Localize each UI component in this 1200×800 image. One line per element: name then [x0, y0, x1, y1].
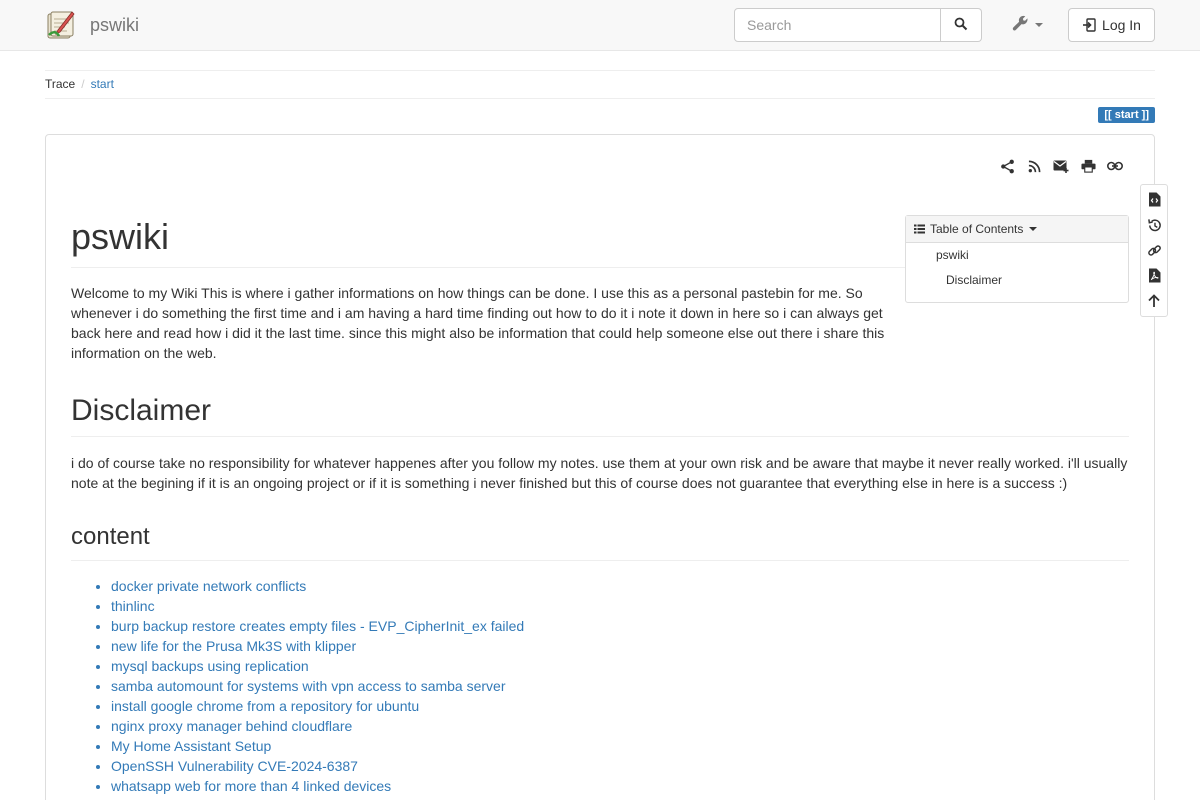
list-item: thinlinc — [111, 596, 524, 616]
list-item: My Home Assistant Setup — [111, 736, 524, 756]
print-icon[interactable] — [1079, 157, 1097, 175]
content-link[interactable]: new life for the Prusa Mk3S with klipper — [111, 638, 356, 654]
content-link[interactable]: OpenSSH Vulnerability CVE-2024-6387 — [111, 758, 358, 774]
content-link[interactable]: burp backup restore creates empty files … — [111, 618, 524, 634]
page-title: pswiki — [71, 216, 170, 257]
chevron-down-icon — [1029, 227, 1038, 231]
list-item: whatsapp web for more than 4 linked devi… — [111, 776, 524, 796]
table-of-contents: Table of Contents pswiki Disclaimer — [905, 215, 1129, 303]
rss-icon[interactable] — [1025, 157, 1043, 175]
content-link[interactable]: docker private network conflicts — [111, 578, 306, 594]
list-item: burp backup restore creates empty files … — [111, 616, 524, 636]
chevron-down-icon — [1034, 23, 1043, 27]
list-item: install google chrome from a repository … — [111, 696, 524, 716]
breadcrumb-link-start[interactable]: start — [91, 77, 114, 91]
wrench-icon — [1012, 15, 1029, 35]
title-underline — [71, 267, 905, 268]
breadcrumb-separator: / — [81, 77, 85, 91]
content-heading: content — [71, 523, 150, 550]
search-input[interactable] — [734, 8, 941, 42]
divider — [45, 98, 1155, 99]
content-link[interactable]: My Home Assistant Setup — [111, 738, 271, 754]
intro-paragraph: Welcome to my Wiki This is where i gathe… — [71, 285, 885, 361]
toc-title: Table of Contents — [930, 222, 1024, 236]
login-label: Log In — [1102, 17, 1141, 33]
content-link[interactable]: nginx proxy manager behind cloudflare — [111, 718, 352, 734]
content-link[interactable]: install google chrome from a repository … — [111, 698, 419, 714]
navbar: pswiki Log In — [0, 0, 1200, 51]
content-link[interactable]: thinlinc — [111, 598, 155, 614]
revisions-icon[interactable] — [1145, 216, 1163, 234]
login-button[interactable]: Log In — [1068, 8, 1155, 42]
list-item: new life for the Prusa Mk3S with klipper — [111, 636, 524, 656]
toc-toggle[interactable]: Table of Contents — [906, 216, 1128, 243]
show-source-icon[interactable] — [1145, 191, 1163, 209]
search-button[interactable] — [941, 8, 982, 42]
content-link-list: docker private network conflicts thinlin… — [111, 576, 524, 796]
back-to-top-icon[interactable] — [1145, 292, 1163, 310]
page-tools — [998, 157, 1124, 175]
list-item: mysql backups using replication — [111, 656, 524, 676]
page-id-badge[interactable]: [[ start ]] — [1098, 107, 1155, 123]
backlinks-icon[interactable] — [1145, 241, 1163, 259]
toc-item-pswiki[interactable]: pswiki — [936, 248, 969, 262]
list-item: samba automount for systems with vpn acc… — [111, 676, 524, 696]
list-item: OpenSSH Vulnerability CVE-2024-6387 — [111, 756, 524, 776]
email-icon[interactable] — [1052, 157, 1070, 175]
content-link[interactable]: samba automount for systems with vpn acc… — [111, 678, 506, 694]
breadcrumb-label: Trace — [45, 77, 76, 91]
export-pdf-icon[interactable] — [1145, 267, 1163, 285]
search-form — [734, 8, 982, 42]
brand-link[interactable]: pswiki — [45, 9, 139, 41]
toc-item-disclaimer[interactable]: Disclaimer — [946, 273, 1002, 287]
tools-menu-button[interactable] — [1003, 8, 1051, 42]
share-icon[interactable] — [998, 157, 1016, 175]
disclaimer-heading: Disclaimer — [71, 394, 212, 427]
site-title: pswiki — [90, 14, 140, 35]
search-icon — [954, 17, 968, 34]
disclaimer-paragraph: i do of course take no responsibility fo… — [71, 455, 1128, 491]
list-item: docker private network conflicts — [111, 576, 524, 596]
breadcrumb: Trace / start — [45, 77, 114, 91]
list-item: nginx proxy manager behind cloudflare — [111, 716, 524, 736]
list-icon — [914, 224, 925, 234]
login-icon — [1083, 18, 1096, 32]
content-link[interactable]: mysql backups using replication — [111, 658, 309, 674]
link-icon[interactable] — [1106, 157, 1124, 175]
wiki-logo-icon — [45, 9, 77, 41]
section-underline — [71, 560, 1129, 561]
content-link[interactable]: whatsapp web for more than 4 linked devi… — [111, 778, 391, 794]
section-underline — [71, 436, 1129, 437]
page-side-toolbar — [1140, 184, 1168, 317]
divider — [45, 70, 1155, 71]
